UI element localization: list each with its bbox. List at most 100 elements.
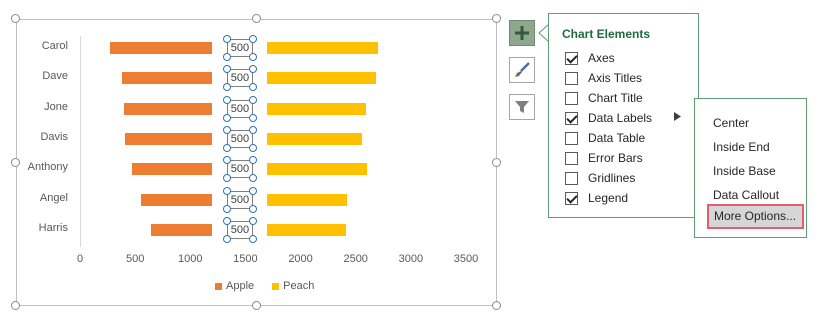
data-label-handle[interactable] [222, 125, 231, 134]
option-label: Axes [588, 51, 615, 65]
chart-filters-button[interactable] [509, 94, 535, 120]
x-tick-label: 3000 [398, 253, 424, 265]
more-options-button[interactable]: More Options... [707, 204, 804, 229]
chart-resize-handle[interactable] [492, 157, 501, 167]
checkbox[interactable] [565, 131, 578, 145]
option-label: Chart Title [588, 91, 643, 105]
category-label: Harris [38, 221, 68, 234]
chart-resize-handle[interactable] [11, 14, 20, 23]
x-tick-label: 1000 [178, 253, 203, 265]
option-gridlines[interactable]: Gridlines [565, 171, 635, 185]
chart-resize-handle[interactable] [492, 14, 501, 23]
x-tick-label: 2500 [343, 253, 368, 265]
category-label: Angel [39, 191, 68, 204]
option-label: Legend [588, 191, 629, 205]
category-label: Jone [44, 100, 68, 113]
data-label-handle[interactable] [222, 35, 231, 43]
submenu-inside-end[interactable]: Inside End [713, 140, 770, 154]
option-data-labels[interactable]: Data Labels [565, 111, 652, 125]
data-label-handle[interactable] [248, 53, 257, 61]
data-label-handle[interactable] [248, 143, 257, 152]
category-label: Anthony [27, 161, 68, 174]
brush-icon [515, 62, 530, 77]
category-axis-line [80, 36, 81, 247]
bar-apple[interactable] [109, 42, 213, 54]
data-label-handle[interactable] [222, 204, 231, 213]
bar-apple[interactable] [124, 102, 213, 115]
x-tick-label: 0 [76, 253, 84, 265]
category-label: Davis [40, 130, 68, 143]
data-label-handle[interactable] [248, 216, 257, 225]
bar-peach[interactable] [267, 102, 366, 115]
data-label-handle[interactable] [248, 186, 257, 195]
bar-peach[interactable] [267, 132, 363, 145]
bar-peach[interactable] [267, 42, 378, 54]
option-error-bars[interactable]: Error Bars [565, 151, 643, 165]
chart-legend[interactable]: Apple Peach [215, 280, 314, 292]
legend-peach-label: Peach [283, 280, 315, 292]
chart-elements-panel: Chart Elements Axes Axis Titles Chart Titl… [548, 13, 699, 218]
bar-apple[interactable] [121, 72, 213, 85]
bar-apple[interactable] [140, 193, 213, 206]
bar-peach[interactable] [267, 193, 347, 206]
x-tick-label: 500 [125, 253, 145, 265]
data-label-handle[interactable] [248, 113, 257, 122]
checkbox[interactable] [565, 191, 578, 205]
submenu-center[interactable]: Center [713, 116, 749, 130]
submenu-data-callout[interactable]: Data Callout [713, 188, 779, 202]
data-label-handle[interactable] [248, 95, 257, 104]
category-label: Carol [41, 40, 68, 52]
checkbox[interactable] [565, 71, 578, 85]
data-label-handle[interactable] [222, 95, 231, 104]
submenu-inside-base[interactable]: Inside Base [713, 164, 776, 178]
x-tick-label: 3500 [453, 253, 479, 265]
checkbox[interactable] [565, 51, 578, 65]
bar-apple[interactable] [131, 163, 213, 176]
option-label: Error Bars [588, 151, 643, 165]
option-label: Data Table [588, 131, 646, 145]
data-label-handle[interactable] [248, 125, 257, 134]
submenu-arrow-icon [674, 112, 681, 121]
category-label: Dave [42, 70, 68, 83]
checkbox[interactable] [565, 91, 578, 105]
chart-styles-button[interactable] [509, 57, 535, 83]
x-tick-label: 2000 [288, 253, 313, 265]
panel-title: Chart Elements [562, 27, 651, 41]
option-chart-title[interactable]: Chart Title [565, 91, 643, 105]
option-axis-titles[interactable]: Axis Titles [565, 71, 642, 85]
x-tick-label: 1500 [233, 253, 258, 265]
option-axes[interactable]: Axes [565, 51, 615, 65]
bar-peach[interactable] [267, 223, 346, 236]
data-label-handle[interactable] [222, 53, 231, 61]
option-data-table[interactable]: Data Table [565, 131, 645, 145]
option-label: Axis Titles [588, 71, 643, 85]
data-labels-submenu: Center Inside End Inside Base Data Callo… [694, 98, 807, 238]
legend-apple-swatch [215, 282, 222, 290]
bar-peach[interactable] [267, 163, 367, 176]
chart-resize-handle[interactable] [492, 301, 501, 310]
data-label-handle[interactable] [248, 204, 257, 213]
chart-resize-handle[interactable] [11, 301, 20, 310]
bar-peach[interactable] [267, 72, 376, 85]
checkbox[interactable] [565, 111, 578, 125]
option-label: Data Labels [588, 111, 653, 125]
bar-apple[interactable] [125, 132, 213, 145]
data-label-handle[interactable] [248, 234, 257, 243]
data-label-handle[interactable] [222, 186, 231, 195]
chart-resize-handle[interactable] [251, 301, 261, 310]
plus-icon [515, 26, 529, 40]
data-label-handle[interactable] [248, 35, 257, 43]
chart-elements-button[interactable] [509, 20, 535, 46]
data-label-handle[interactable] [222, 113, 231, 122]
checkbox[interactable] [565, 171, 578, 185]
data-label-handle[interactable] [222, 234, 231, 243]
bar-apple[interactable] [150, 223, 213, 236]
filter-icon [515, 101, 529, 113]
data-label-handle[interactable] [222, 143, 231, 152]
chart-resize-handle[interactable] [251, 14, 261, 23]
option-legend[interactable]: Legend [565, 191, 628, 205]
data-label-handle[interactable] [222, 216, 231, 225]
legend-peach-swatch [272, 282, 280, 290]
option-label: Gridlines [588, 171, 636, 185]
checkbox[interactable] [565, 151, 578, 165]
